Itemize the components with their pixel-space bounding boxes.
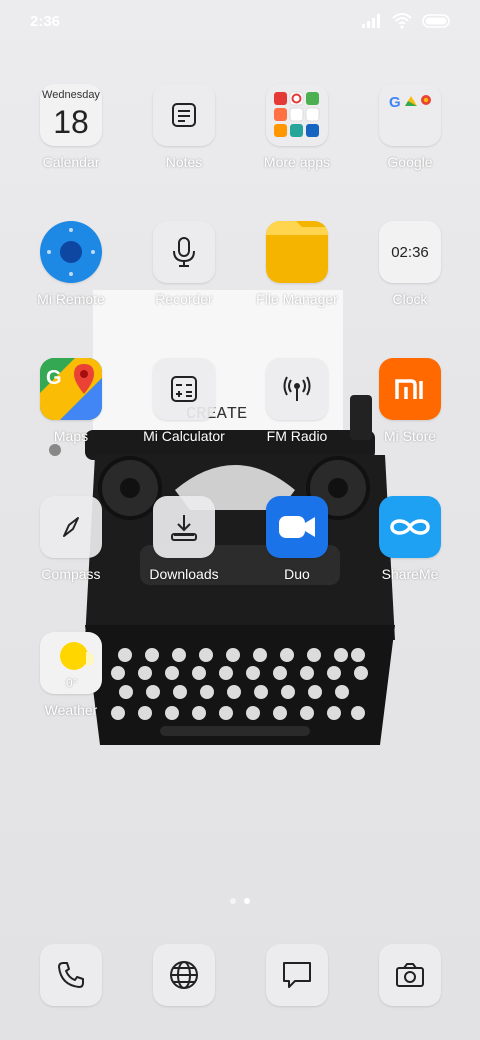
compass-icon <box>40 496 102 558</box>
app-label: Weather <box>44 702 98 718</box>
signal-icon <box>362 14 380 28</box>
mi-logo-icon <box>379 358 441 420</box>
clock-time: 02:36 <box>391 243 429 261</box>
notes-icon <box>153 84 215 146</box>
microphone-icon <box>153 221 215 283</box>
app-calendar[interactable]: Wednesday 18 Calendar <box>15 84 127 170</box>
file-manager-folder-icon <box>266 221 328 283</box>
app-label: More apps <box>263 154 331 170</box>
mi-remote-icon <box>40 221 102 283</box>
folder-icon <box>266 84 328 146</box>
app-label: Duo <box>284 566 310 582</box>
app-maps[interactable]: G Maps <box>15 358 127 444</box>
app-label: Notes <box>165 154 203 170</box>
page-dot[interactable] <box>230 898 236 904</box>
app-label: Google <box>387 154 433 170</box>
app-label: Downloads <box>149 566 219 582</box>
app-label: Maps <box>53 428 89 444</box>
app-file-manager[interactable]: File Manager <box>241 221 353 307</box>
app-shareme[interactable]: ShareMe <box>354 496 466 582</box>
app-label: ShareMe <box>381 566 439 582</box>
dock-phone[interactable] <box>15 944 127 1006</box>
calendar-weekday: Wednesday <box>42 89 100 101</box>
clock-icon: 02:36 <box>379 221 441 283</box>
app-label: Mi Calculator <box>143 428 225 444</box>
page-indicator <box>0 898 480 904</box>
app-label: Calendar <box>42 154 100 170</box>
app-clock[interactable]: 02:36 Clock <box>354 221 466 307</box>
app-label: File Manager <box>256 291 338 307</box>
status-bar: 2:36 <box>0 0 480 44</box>
svg-text:G: G <box>46 367 62 389</box>
battery-icon <box>422 14 450 28</box>
download-icon <box>153 496 215 558</box>
radio-antenna-icon <box>266 358 328 420</box>
app-mi-calculator[interactable]: Mi Calculator <box>128 358 240 444</box>
app-label: Mi Remote <box>37 291 105 307</box>
app-label: Recorder <box>155 291 213 307</box>
google-folder-icon: G <box>379 84 441 146</box>
app-compass[interactable]: Compass <box>15 496 127 582</box>
app-google-folder[interactable]: G Google <box>354 84 466 170</box>
calendar-icon: Wednesday 18 <box>40 84 102 146</box>
app-mi-remote[interactable]: Mi Remote <box>15 221 127 307</box>
app-mi-store[interactable]: Mi Store <box>354 358 466 444</box>
app-downloads[interactable]: Downloads <box>128 496 240 582</box>
app-recorder[interactable]: Recorder <box>128 221 240 307</box>
weather-sun-icon: 0° <box>40 632 102 694</box>
message-icon <box>266 944 328 1006</box>
dock-browser[interactable] <box>128 944 240 1006</box>
weather-temp: 0° <box>66 676 78 690</box>
app-duo[interactable]: Duo <box>241 496 353 582</box>
infinity-icon <box>379 496 441 558</box>
app-notes[interactable]: Notes <box>128 84 240 170</box>
app-label: Mi Store <box>383 428 437 444</box>
app-more-apps-folder[interactable]: More apps <box>241 84 353 170</box>
app-label: Compass <box>41 566 101 582</box>
app-weather[interactable]: 0° Weather <box>15 632 127 718</box>
wifi-icon <box>392 13 412 29</box>
app-fm-radio[interactable]: FM Radio <box>241 358 353 444</box>
page-dot-active[interactable] <box>244 898 250 904</box>
status-time: 2:36 <box>30 13 61 30</box>
dock-camera[interactable] <box>354 944 466 1006</box>
app-label: FM Radio <box>266 428 328 444</box>
globe-icon <box>153 944 215 1006</box>
calendar-day: 18 <box>53 104 89 140</box>
video-camera-icon <box>266 496 328 558</box>
calculator-icon <box>153 358 215 420</box>
phone-icon <box>40 944 102 1006</box>
camera-icon <box>379 944 441 1006</box>
maps-icon: G <box>40 358 102 420</box>
svg-text:G: G <box>389 94 401 111</box>
app-label: Clock <box>392 291 428 307</box>
dock-messages[interactable] <box>241 944 353 1006</box>
